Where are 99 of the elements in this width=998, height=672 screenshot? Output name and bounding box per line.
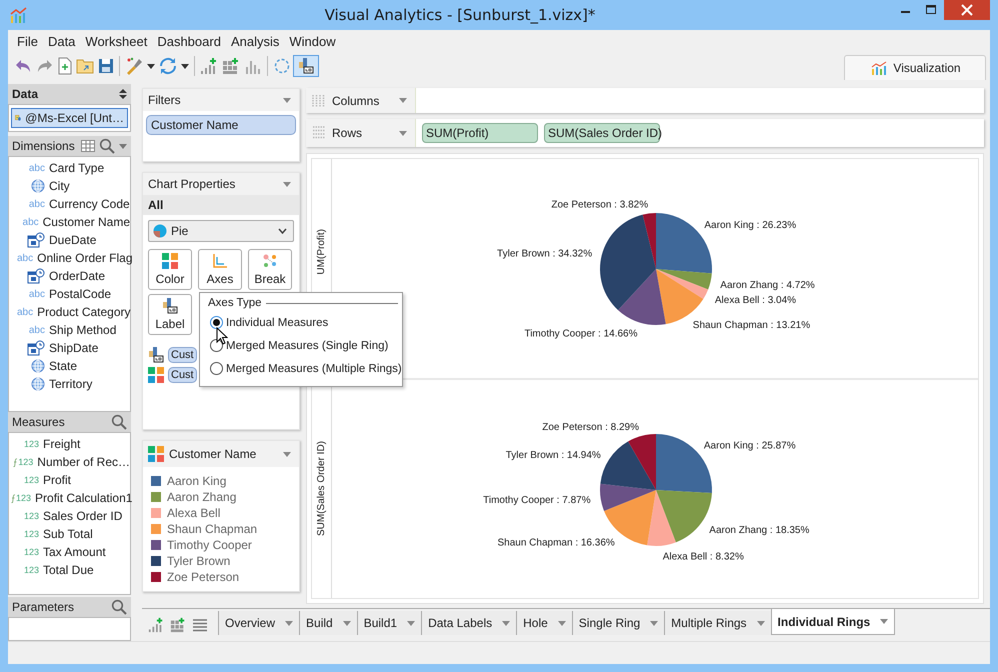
data-label: Shaun Chapman : 13.21% bbox=[692, 320, 810, 332]
property-button[interactable]: Label bbox=[148, 294, 192, 335]
field-type-label: 123 bbox=[18, 457, 34, 467]
sheet-tab[interactable]: Single Ring bbox=[572, 611, 664, 635]
property-button[interactable]: Axes bbox=[198, 249, 242, 290]
field-type-label: abc bbox=[28, 198, 45, 210]
dimension-item[interactable]: abc Ship Method bbox=[9, 321, 130, 339]
dimension-item[interactable]: OrderDate bbox=[9, 267, 130, 285]
group-title: Axes Type bbox=[208, 297, 262, 309]
legend-label: Zoe Peterson bbox=[167, 570, 240, 584]
sheet-tab[interactable]: Individual Rings bbox=[770, 609, 896, 635]
dimension-item[interactable]: abc Product Category bbox=[9, 303, 130, 321]
menu-item[interactable]: Analysis bbox=[226, 34, 284, 52]
menu-item[interactable]: Window bbox=[284, 34, 341, 52]
shelf-label: Columns bbox=[332, 94, 380, 108]
field-type-label: 123 bbox=[24, 565, 39, 575]
sheet-tab[interactable]: Data Labels bbox=[421, 611, 516, 635]
legend-label: Aaron Zhang bbox=[167, 490, 236, 504]
field-type-label: abc bbox=[22, 216, 39, 228]
dimension-item[interactable]: State bbox=[9, 357, 130, 375]
data-source-item[interactable]: @Ms-Excel [Unt… bbox=[11, 108, 128, 128]
data-label: Tyler Brown : 34.32% bbox=[497, 248, 592, 260]
legend-label: Timothy Cooper bbox=[167, 538, 252, 552]
dimension-item[interactable]: City bbox=[9, 177, 130, 195]
data-label: Shaun Chapman : 16.36% bbox=[497, 537, 615, 548]
sheet-tab[interactable]: Overview bbox=[218, 611, 300, 635]
legend-label: Alexa Bell bbox=[167, 506, 220, 520]
measure-item[interactable]: 123 Number of Rec… bbox=[9, 453, 130, 471]
property-button[interactable]: Break bbox=[248, 249, 292, 290]
panel-title: Filters bbox=[148, 93, 182, 107]
scope-header: All bbox=[143, 195, 299, 215]
field-type-label: abc bbox=[17, 306, 34, 318]
panel-title: Data bbox=[12, 87, 40, 101]
sheet-tab[interactable]: Multiple Rings bbox=[664, 611, 771, 635]
field-pill[interactable]: Cust bbox=[168, 347, 197, 363]
legend-label: Tyler Brown bbox=[167, 554, 230, 568]
measure-item[interactable]: 123 Profit bbox=[9, 471, 130, 489]
field-pill[interactable]: Cust bbox=[168, 367, 197, 383]
legend-label: Aaron King bbox=[167, 474, 226, 488]
data-label: Zoe Peterson : 8.29% bbox=[542, 422, 639, 433]
dimension-item[interactable]: abc Online Order Flag bbox=[9, 249, 130, 267]
data-label: Zoe Peterson : 3.82% bbox=[551, 200, 648, 211]
data-label: Aaron King : 26.23% bbox=[704, 220, 796, 232]
sheet-tab[interactable]: Build bbox=[299, 611, 357, 635]
sheet-tab[interactable]: Hole bbox=[516, 611, 572, 635]
axis-label: UM(Profit) bbox=[316, 229, 327, 275]
measure-item[interactable]: 123 Sub Total bbox=[9, 525, 130, 543]
measure-item[interactable]: 123 Sales Order ID bbox=[9, 507, 130, 525]
field-type-label: 123 bbox=[24, 511, 39, 521]
field-type-label: 123 bbox=[24, 475, 39, 485]
field-type-label: abc bbox=[28, 324, 45, 336]
data-label: Tyler Brown : 14.94% bbox=[506, 450, 601, 461]
measure-pill[interactable]: SUM(Sales Order ID) bbox=[544, 123, 660, 143]
field-type-label: 123 bbox=[24, 529, 39, 539]
legend-title: Customer Name bbox=[169, 447, 258, 461]
data-label: Timothy Cooper : 14.66% bbox=[524, 328, 638, 340]
legend-label: Shaun Chapman bbox=[167, 522, 258, 536]
data-label: Alexa Bell : 3.04% bbox=[714, 295, 796, 306]
menu-item[interactable]: Worksheet bbox=[80, 34, 152, 52]
radio-option[interactable]: Individual Measures bbox=[200, 311, 402, 334]
dimension-item[interactable]: abc Customer Name bbox=[9, 213, 130, 231]
dimension-item[interactable]: Territory bbox=[9, 375, 130, 393]
field-type-label: 123 bbox=[24, 439, 39, 449]
window-title: Visual Analytics - [Sunburst_1.vizx]* bbox=[324, 6, 596, 24]
measure-item[interactable]: 123 Freight bbox=[9, 435, 130, 453]
chart-type-dropdown[interactable]: Pie bbox=[148, 220, 294, 242]
field-type-label: abc bbox=[28, 162, 45, 174]
dimension-item[interactable]: DueDate bbox=[9, 231, 130, 249]
menu-item[interactable]: File bbox=[12, 34, 43, 52]
dimension-item[interactable]: abc Card Type bbox=[9, 159, 130, 177]
axis-label: SUM(Sales Order ID) bbox=[316, 441, 327, 536]
data-label: Aaron Zhang : 18.35% bbox=[709, 524, 810, 536]
measure-item[interactable]: 123 Profit Calculation1 bbox=[9, 489, 130, 507]
dimension-item[interactable]: abc PostalCode bbox=[9, 285, 130, 303]
menu-item[interactable]: Dashboard bbox=[152, 34, 226, 52]
dimension-item[interactable]: ShipDate bbox=[9, 339, 130, 357]
field-type-label: 123 bbox=[16, 493, 32, 503]
data-label: Aaron King : 25.87% bbox=[704, 440, 796, 452]
visualization-tab[interactable]: Visualization bbox=[844, 55, 986, 80]
shelf-label: Rows bbox=[332, 126, 364, 140]
measure-pill[interactable]: SUM(Profit) bbox=[422, 123, 538, 143]
panel-title: Chart Properties bbox=[148, 177, 236, 191]
section-title: Measures bbox=[12, 415, 66, 429]
measure-item[interactable]: 123 Tax Amount bbox=[9, 543, 130, 561]
property-button[interactable]: Color bbox=[148, 249, 192, 290]
sheet-tab[interactable]: Build1 bbox=[356, 611, 422, 635]
menu-item[interactable]: Data bbox=[42, 34, 80, 52]
data-label: Alexa Bell : 8.32% bbox=[662, 551, 744, 562]
data-label: Aaron Zhang : 4.72% bbox=[720, 280, 815, 292]
field-type-label: abc bbox=[28, 288, 45, 300]
data-label: Timothy Cooper : 7.87% bbox=[483, 494, 591, 506]
section-title: Dimensions bbox=[12, 139, 76, 153]
measure-item[interactable]: 123 Total Due bbox=[9, 561, 130, 579]
field-type-label: 123 bbox=[24, 547, 39, 557]
dimension-item[interactable]: abc Currency Code bbox=[9, 195, 130, 213]
section-title: Parameters bbox=[12, 600, 76, 614]
filter-pill[interactable]: Customer Name bbox=[146, 115, 296, 135]
field-type-label: abc bbox=[17, 252, 34, 264]
radio-option[interactable]: Merged Measures (Multiple Rings) bbox=[200, 357, 402, 380]
